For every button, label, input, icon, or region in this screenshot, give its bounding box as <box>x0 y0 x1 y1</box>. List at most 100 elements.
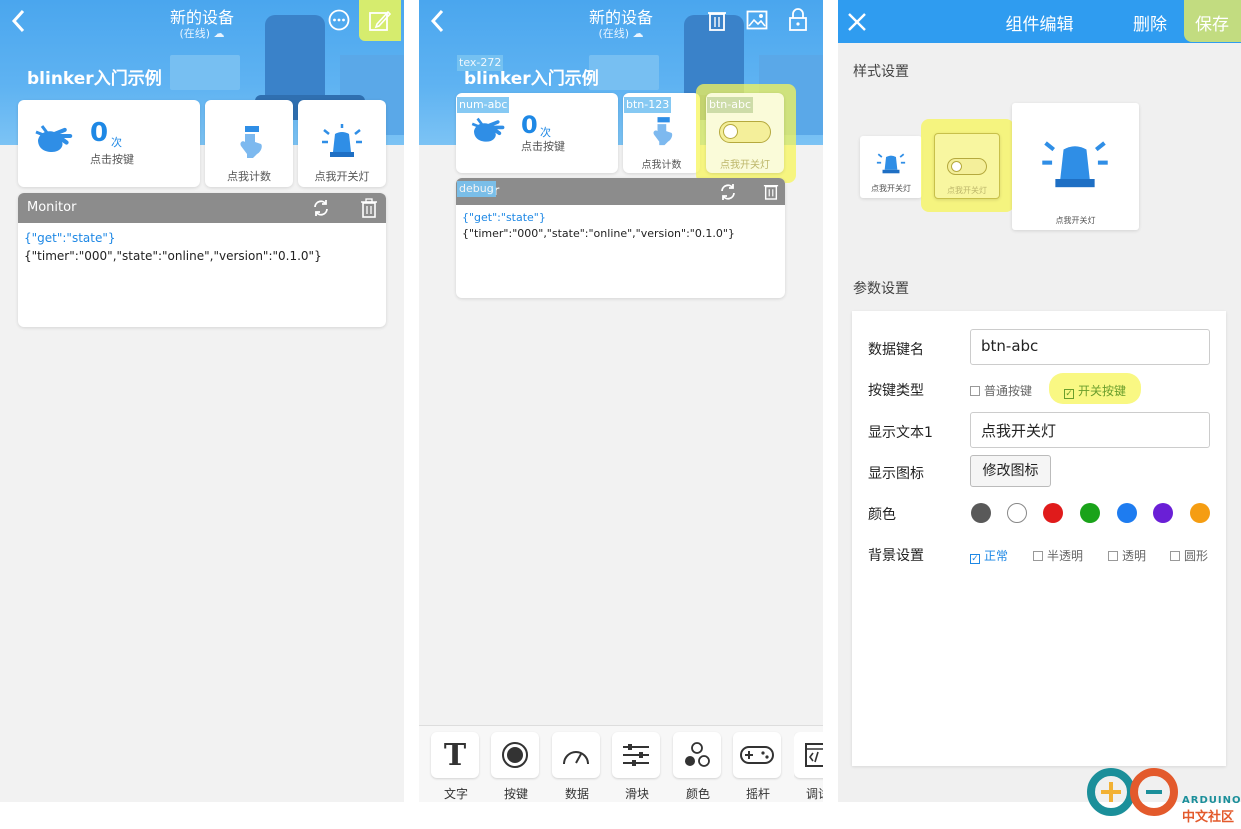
switch-toggle <box>947 158 987 175</box>
edit-icon[interactable] <box>368 9 392 37</box>
panel-widget-editor: 组件编辑 删除 保存 样式设置 点我开关灯 点我开关灯 点我开关灯 参数设置 数… <box>838 0 1241 802</box>
save-button[interactable]: 保存 <box>1195 10 1229 35</box>
finger-press-icon <box>233 124 265 166</box>
trash-icon[interactable] <box>763 182 779 204</box>
panel-device-view: 新的设备 (在线) ☁ blinker入门示例 0 次 点击按键 点我计数 点我… <box>0 0 404 802</box>
monitor-header: Monitor <box>18 193 386 223</box>
widget-key-tag: num-abc <box>457 97 510 113</box>
widget-key-tag: btn-abc <box>707 97 754 113</box>
tool-joystick[interactable]: 摇杆 <box>733 732 783 802</box>
style-preview-label: 点我开关灯 <box>871 184 911 193</box>
color-swatch-blue[interactable] <box>1117 503 1137 523</box>
switch-toggle[interactable] <box>719 121 771 143</box>
type-option-normal[interactable]: 普通按键 <box>970 382 1032 399</box>
trash-icon[interactable] <box>360 198 378 222</box>
slider-icon <box>623 744 649 766</box>
bg-option-translucent[interactable]: 半透明 <box>1033 547 1083 564</box>
top-bar: 新的设备 (在线) ☁ <box>0 0 404 44</box>
monitor-log-line: {"timer":"000","state":"online","version… <box>462 227 735 240</box>
tool-label: 摇杆 <box>745 787 770 801</box>
color-swatch-green[interactable] <box>1080 503 1100 523</box>
monitor-log-line: {"get":"state"} <box>462 211 546 224</box>
more-icon[interactable] <box>328 9 350 35</box>
widget-key-tag: btn-123 <box>624 97 672 113</box>
tool-slider[interactable]: 滑块 <box>612 732 662 802</box>
tool-data[interactable]: 数据 <box>552 732 602 802</box>
tool-label: 按键 <box>503 787 528 801</box>
tool-button[interactable]: 按键 <box>491 732 541 802</box>
monitor-log-line: {"timer":"000","state":"online","version… <box>24 249 322 263</box>
bg-option-round[interactable]: 圆形 <box>1170 547 1208 564</box>
finger-press-icon <box>647 115 675 153</box>
type-option-switch[interactable]: ✓ 开关按键 <box>1064 382 1126 399</box>
alarm-light-icon <box>320 124 364 162</box>
counter-value: 0 <box>521 111 538 139</box>
style-preview-small[interactable]: 点我开关灯 <box>860 136 922 198</box>
color-swatch-gray[interactable] <box>971 503 991 523</box>
color-swatch-orange[interactable] <box>1190 503 1210 523</box>
joystick-icon <box>740 746 774 764</box>
dashboard-heading: blinker入门示例 <box>27 69 162 89</box>
text-label: 显示文本1 <box>868 425 933 441</box>
top-bar: 新的设备 (在线) ☁ <box>419 0 823 44</box>
color-swatch-purple[interactable] <box>1153 503 1173 523</box>
text-icon: T <box>443 738 467 773</box>
hand-icon <box>470 115 510 151</box>
tool-label: 滑块 <box>624 787 649 801</box>
debug-icon <box>805 743 823 767</box>
delete-button[interactable]: 删除 <box>1133 10 1167 35</box>
hand-icon <box>34 122 78 162</box>
logo-text: 中文社区 <box>1182 810 1235 825</box>
color-swatch-white[interactable] <box>1007 503 1027 523</box>
image-icon[interactable] <box>746 9 768 35</box>
key-input[interactable]: btn-abc <box>970 329 1210 365</box>
text-input[interactable]: 点我开关灯 <box>970 412 1210 448</box>
tool-label: 数据 <box>564 787 589 801</box>
bg-option-transparent[interactable]: 透明 <box>1108 547 1146 564</box>
panel-edit-layout: 新的设备 (在线) ☁ blinker入门示例 tex-272 0 次 点击按键… <box>419 0 823 802</box>
tool-color[interactable]: 颜色 <box>673 732 723 802</box>
gauge-icon <box>563 751 589 765</box>
refresh-icon[interactable] <box>311 198 331 222</box>
counter-label: 点击按键 <box>90 153 134 166</box>
monitor-card: Monitor {"get":"state"} {"timer":"000","… <box>18 193 386 327</box>
trash-icon[interactable] <box>707 9 727 35</box>
switch-button-label: 点我开关灯 <box>720 160 770 171</box>
param-form: 数据键名 btn-abc 按键类型 普通按键 ✓ 开关按键 显示文本1 点我开关灯… <box>852 311 1226 766</box>
color-icon <box>685 742 710 767</box>
style-section-title: 样式设置 <box>853 64 909 80</box>
light-button-label: 点我开关灯 <box>314 170 370 183</box>
change-icon-button[interactable]: 修改图标 <box>970 455 1051 487</box>
widget-key-tag: debug <box>457 181 496 197</box>
monitor-card: or {"get":"state"} {"timer":"000","state… <box>456 178 785 298</box>
lock-icon[interactable] <box>788 8 808 36</box>
editor-title: 组件编辑 <box>1005 15 1074 35</box>
monitor-title: Monitor <box>27 200 77 215</box>
tool-label: 文字 <box>443 787 468 801</box>
checkbox-checked-icon: ✓ <box>1064 389 1074 399</box>
style-preview-large[interactable]: 点我开关灯 <box>1012 103 1139 230</box>
monitor-header: or <box>456 178 785 205</box>
button-icon <box>502 742 528 768</box>
checkbox-icon <box>1108 551 1118 561</box>
bg-option-normal[interactable]: ✓ 正常 <box>970 547 1008 564</box>
color-swatch-red[interactable] <box>1043 503 1063 523</box>
alarm-light-icon <box>875 150 907 178</box>
counter-label: 点击按键 <box>521 140 565 153</box>
style-preview-switch[interactable]: 点我开关灯 <box>934 133 1000 199</box>
count-button-card[interactable]: 点我计数 <box>205 100 293 187</box>
cloud-icon: ☁ <box>632 27 644 40</box>
monitor-log-line: {"get":"state"} <box>24 231 116 245</box>
type-label: 按键类型 <box>868 383 924 399</box>
count-button-label: 点我计数 <box>641 160 682 171</box>
counter-card[interactable]: 0 次 点击按键 <box>18 100 200 187</box>
counter-value: 0 <box>90 118 109 148</box>
tool-label: 颜色 <box>685 787 710 801</box>
style-preview-label: 点我开关灯 <box>1055 216 1096 225</box>
key-label: 数据键名 <box>868 342 924 358</box>
tool-label: 调试 <box>806 787 823 801</box>
refresh-icon[interactable] <box>718 182 738 206</box>
light-button-card[interactable]: 点我开关灯 <box>298 100 386 187</box>
tool-text[interactable]: T 文字 <box>431 732 481 802</box>
tool-debug[interactable]: 调试 <box>794 732 823 802</box>
